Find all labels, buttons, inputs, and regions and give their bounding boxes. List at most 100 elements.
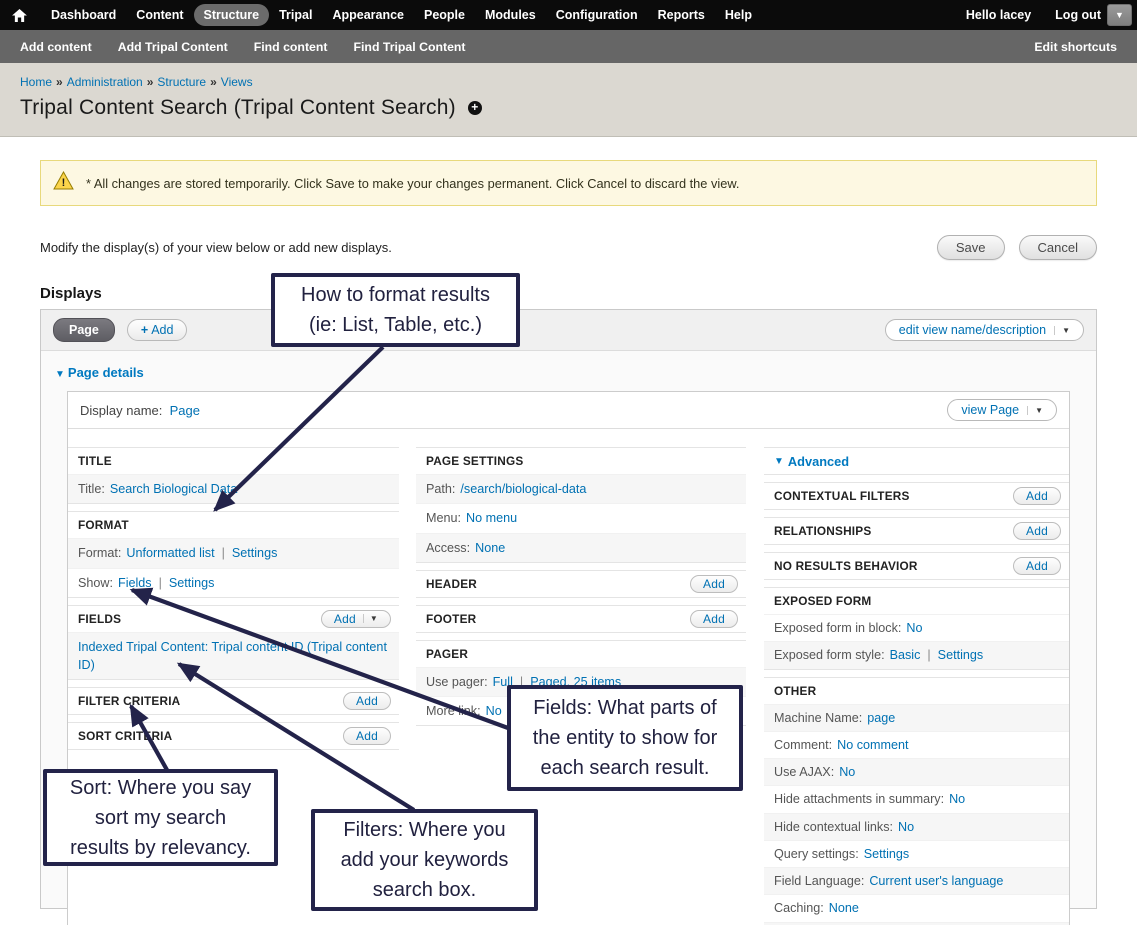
admin-menu-item-tripal[interactable]: Tripal bbox=[269, 4, 322, 26]
breadcrumb-link-administration[interactable]: Administration bbox=[67, 75, 143, 89]
home-icon[interactable] bbox=[12, 9, 27, 22]
shortcut-item-find-tripal-content[interactable]: Find Tripal Content bbox=[354, 40, 466, 54]
add-button[interactable]: Add bbox=[1013, 522, 1061, 540]
admin-menu-item-help[interactable]: Help bbox=[715, 4, 762, 26]
section-title: PAGE SETTINGS bbox=[426, 454, 523, 468]
add-button[interactable]: Add bbox=[343, 692, 391, 710]
setting-link-no[interactable]: No bbox=[839, 765, 855, 779]
page-title: Tripal Content Search (Tripal Content Se… bbox=[20, 96, 456, 120]
setting-values: No bbox=[906, 619, 922, 637]
section-header-header: HEADERAdd bbox=[416, 571, 746, 597]
setting-link-settings[interactable]: Settings bbox=[169, 576, 215, 590]
add-button[interactable]: Add bbox=[690, 575, 738, 593]
admin-toolbar: DashboardContentStructureTripalAppearanc… bbox=[0, 0, 1137, 30]
setting-values: No menu bbox=[466, 509, 517, 527]
breadcrumb-link-views[interactable]: Views bbox=[221, 75, 253, 89]
views-section-header: HEADERAdd bbox=[416, 570, 746, 598]
add-button[interactable]: Add bbox=[343, 727, 391, 745]
setting-link-search-biological-data[interactable]: /search/biological-data bbox=[460, 482, 586, 496]
edit-view-name-button[interactable]: edit view name/description▼ bbox=[885, 319, 1084, 341]
add-button[interactable]: Add bbox=[690, 610, 738, 628]
admin-menu-item-content[interactable]: Content bbox=[126, 4, 193, 26]
setting-link-unformatted-list[interactable]: Unformatted list bbox=[126, 546, 214, 560]
admin-menu-item-dashboard[interactable]: Dashboard bbox=[41, 4, 126, 26]
setting-values: No bbox=[486, 702, 502, 720]
display-name-value-link[interactable]: Page bbox=[170, 403, 200, 418]
add-button[interactable]: Add bbox=[1013, 557, 1061, 575]
setting-link-none[interactable]: None bbox=[475, 541, 505, 555]
user-greeting[interactable]: Hello lacey bbox=[966, 8, 1031, 22]
setting-row: Access: None bbox=[416, 533, 746, 562]
setting-row: Indexed Tripal Content: Tripal content I… bbox=[68, 632, 399, 680]
admin-menu-item-modules[interactable]: Modules bbox=[475, 4, 546, 26]
shortcut-item-add-content[interactable]: Add content bbox=[20, 40, 92, 54]
breadcrumb-link-home[interactable]: Home bbox=[20, 75, 52, 89]
section-header-title: TITLE bbox=[68, 448, 399, 474]
modify-help-text: Modify the display(s) of your view below… bbox=[40, 240, 392, 255]
setting-link-no-menu[interactable]: No menu bbox=[466, 511, 517, 525]
section-header-contextual-filters: CONTEXTUAL FILTERSAdd bbox=[764, 483, 1069, 509]
section-header-other: OTHER bbox=[764, 678, 1069, 704]
warning-text: * All changes are stored temporarily. Cl… bbox=[86, 176, 739, 191]
cancel-button[interactable]: Cancel bbox=[1019, 235, 1097, 260]
admin-menu-item-appearance[interactable]: Appearance bbox=[322, 4, 414, 26]
admin-menu-item-structure[interactable]: Structure bbox=[194, 4, 270, 26]
section-title: FOOTER bbox=[426, 612, 476, 626]
page-header: Home»Administration»Structure»Views Trip… bbox=[0, 63, 1137, 137]
collapse-triangle-icon: ▼ bbox=[774, 456, 784, 467]
setting-label: Exposed form style: bbox=[774, 646, 885, 664]
chevron-down-icon: ▼ bbox=[363, 614, 378, 623]
view-page-button[interactable]: view Page▼ bbox=[947, 399, 1057, 421]
section-header-sort-criteria: SORT CRITERIAAdd bbox=[68, 723, 399, 749]
setting-label: More link: bbox=[426, 702, 481, 720]
views-section-title: TITLETitle:Search Biological Data bbox=[68, 447, 399, 504]
setting-label: Comment: bbox=[774, 736, 832, 754]
setting-link-page[interactable]: page bbox=[867, 711, 895, 725]
views-section-relationships: RELATIONSHIPSAdd bbox=[764, 517, 1069, 545]
setting-label: Machine Name: bbox=[774, 709, 862, 727]
breadcrumb-link-structure[interactable]: Structure bbox=[157, 75, 206, 89]
add-display-button[interactable]: +Add bbox=[127, 319, 188, 341]
admin-menu-item-people[interactable]: People bbox=[414, 4, 475, 26]
setting-values: /search/biological-data bbox=[460, 480, 586, 498]
admin-menu-item-reports[interactable]: Reports bbox=[648, 4, 715, 26]
setting-link-no-comment[interactable]: No comment bbox=[837, 738, 908, 752]
setting-link-settings[interactable]: Settings bbox=[232, 546, 278, 560]
setting-link-no[interactable]: No bbox=[906, 621, 922, 635]
edit-shortcuts-link[interactable]: Edit shortcuts bbox=[1034, 40, 1117, 54]
shortcut-item-find-content[interactable]: Find content bbox=[254, 40, 328, 54]
page-details-toggle[interactable]: ▼Page details bbox=[55, 365, 144, 380]
setting-link-settings[interactable]: Settings bbox=[938, 648, 984, 662]
add-button[interactable]: Add▼ bbox=[321, 610, 391, 628]
greeting-text: Hello bbox=[966, 8, 997, 22]
setting-link-no[interactable]: No bbox=[486, 704, 502, 718]
add-button-label: Add bbox=[703, 577, 725, 591]
setting-values: Settings bbox=[864, 845, 910, 863]
setting-label: Access: bbox=[426, 539, 470, 557]
toolbar-toggle-button[interactable]: ▼ bbox=[1107, 4, 1132, 26]
advanced-toggle[interactable]: ▼Advanced bbox=[764, 448, 1069, 474]
add-button[interactable]: Add bbox=[1013, 487, 1061, 505]
setting-link-settings[interactable]: Settings bbox=[864, 847, 910, 861]
save-button[interactable]: Save bbox=[937, 235, 1005, 260]
setting-link-none[interactable]: None bbox=[829, 901, 859, 915]
setting-link-basic[interactable]: Basic bbox=[890, 648, 921, 662]
setting-row: Show:Fields|Settings bbox=[68, 568, 399, 597]
logout-link[interactable]: Log out bbox=[1055, 8, 1101, 22]
setting-link-search-biological-data[interactable]: Search Biological Data bbox=[110, 482, 237, 496]
section-title: TITLE bbox=[78, 454, 112, 468]
contextual-add-icon[interactable]: + bbox=[468, 101, 482, 115]
setting-link-current-user-s-language[interactable]: Current user's language bbox=[869, 874, 1003, 888]
chevron-down-icon: ▼ bbox=[1054, 326, 1070, 335]
setting-row: Path:/search/biological-data bbox=[416, 474, 746, 503]
setting-link-no[interactable]: No bbox=[949, 792, 965, 806]
setting-link-indexed-tripal-content-tripal-[interactable]: Indexed Tripal Content: Tripal content I… bbox=[78, 640, 387, 672]
setting-label: Hide attachments in summary: bbox=[774, 790, 944, 808]
add-button-label: Add bbox=[356, 694, 378, 708]
setting-link-fields[interactable]: Fields bbox=[118, 576, 152, 590]
setting-link-no[interactable]: No bbox=[898, 820, 914, 834]
breadcrumb: Home»Administration»Structure»Views bbox=[20, 75, 1117, 89]
display-tab-page[interactable]: Page bbox=[53, 318, 115, 342]
admin-menu-item-configuration[interactable]: Configuration bbox=[546, 4, 648, 26]
shortcut-item-add-tripal-content[interactable]: Add Tripal Content bbox=[118, 40, 228, 54]
